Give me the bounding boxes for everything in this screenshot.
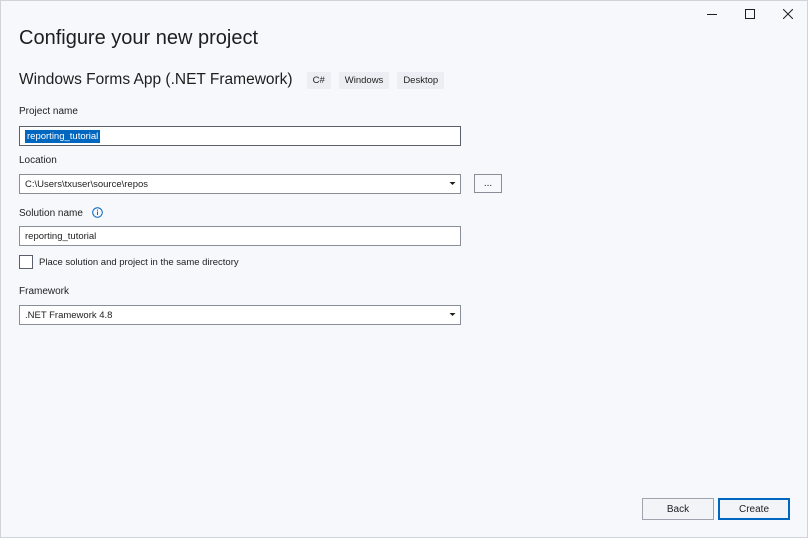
solution-name-label-row: Solution name [19,207,103,219]
same-directory-label: Place solution and project in the same d… [39,256,239,268]
tag-project-type: Desktop [397,71,445,89]
framework-value: .NET Framework 4.8 [25,309,113,321]
window-controls [693,1,807,27]
same-directory-option[interactable]: Place solution and project in the same d… [19,255,239,269]
framework-combobox[interactable]: .NET Framework 4.8 [19,305,461,325]
location-value: C:\Users\txuser\source\repos [25,178,149,190]
browse-button[interactable]: ... [474,174,502,193]
framework-label: Framework [19,286,70,297]
page-title: Configure your new project [19,27,259,49]
solution-name-input[interactable]: reporting_tutorial [19,226,461,246]
tag-language: C# [306,71,331,89]
solution-name-value: reporting_tutorial [25,230,97,242]
info-icon[interactable] [91,207,103,218]
minimize-icon[interactable] [693,1,731,27]
chevron-down-icon[interactable] [449,180,456,187]
project-name-value: reporting_tutorial [25,129,101,143]
back-button[interactable]: Back [642,498,714,520]
maximize-icon[interactable] [731,1,769,27]
project-name-label: Project name [19,106,78,117]
close-icon[interactable] [769,1,807,27]
same-directory-checkbox[interactable] [19,255,33,269]
template-info: Windows Forms App (.NET Framework) C# Wi… [19,71,452,89]
chevron-down-icon[interactable] [449,311,456,318]
project-name-input[interactable]: reporting_tutorial [19,126,461,146]
template-name: Windows Forms App (.NET Framework) [19,71,293,88]
dialog-window: Configure your new project Windows Forms… [0,0,808,538]
location-label: Location [19,155,57,166]
tag-platform: Windows [338,71,390,89]
location-combobox[interactable]: C:\Users\txuser\source\repos [19,174,461,194]
create-button[interactable]: Create [718,498,790,520]
solution-name-label: Solution name [19,208,83,219]
